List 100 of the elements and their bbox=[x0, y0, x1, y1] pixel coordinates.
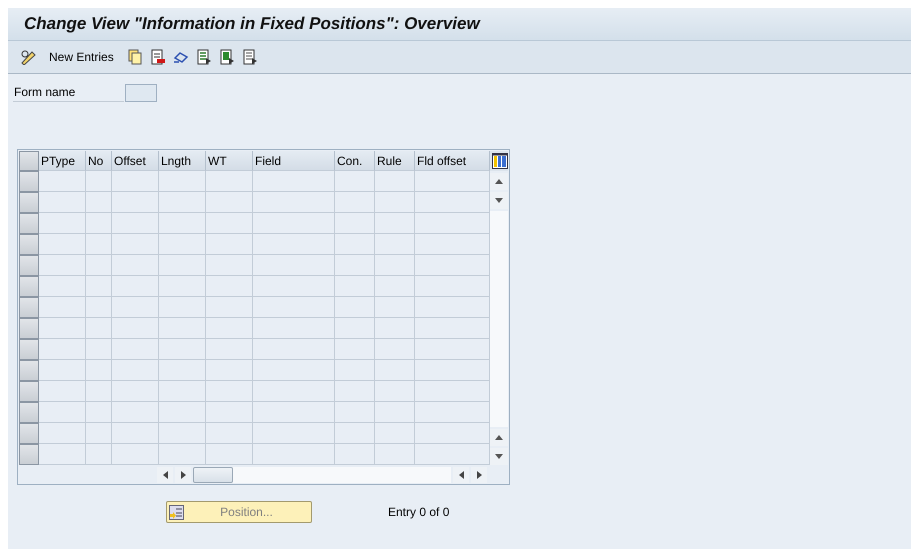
table-cell[interactable] bbox=[159, 171, 206, 192]
table-cell[interactable] bbox=[206, 402, 253, 423]
table-cell[interactable] bbox=[253, 318, 335, 339]
table-cell[interactable] bbox=[86, 171, 112, 192]
table-cell[interactable] bbox=[39, 255, 86, 276]
table-cell[interactable] bbox=[335, 213, 375, 234]
table-cell[interactable] bbox=[335, 381, 375, 402]
scroll-track[interactable] bbox=[490, 211, 508, 427]
scroll-up-button[interactable] bbox=[490, 429, 508, 446]
table-cell[interactable] bbox=[253, 402, 335, 423]
table-cell[interactable] bbox=[112, 171, 159, 192]
table-cell[interactable] bbox=[375, 318, 415, 339]
table-cell[interactable] bbox=[39, 402, 86, 423]
table-cell[interactable] bbox=[375, 255, 415, 276]
deselect-all-icon[interactable] bbox=[242, 49, 258, 65]
table-cell[interactable] bbox=[206, 360, 253, 381]
scroll-right-button[interactable] bbox=[471, 467, 487, 483]
table-cell[interactable] bbox=[39, 276, 86, 297]
table-cell[interactable] bbox=[39, 234, 86, 255]
table-cell[interactable] bbox=[159, 297, 206, 318]
table-cell[interactable] bbox=[253, 192, 335, 213]
table-cell[interactable] bbox=[206, 213, 253, 234]
column-header[interactable]: Con. bbox=[335, 151, 375, 171]
new-entries-button[interactable]: New Entries bbox=[45, 50, 118, 64]
table-cell[interactable] bbox=[253, 444, 335, 465]
table-cell[interactable] bbox=[206, 234, 253, 255]
row-selector[interactable] bbox=[19, 276, 39, 297]
table-cell[interactable] bbox=[86, 360, 112, 381]
select-all-icon[interactable] bbox=[196, 49, 212, 65]
table-cell[interactable] bbox=[39, 171, 86, 192]
table-cell[interactable] bbox=[375, 423, 415, 444]
table-cell[interactable] bbox=[112, 444, 159, 465]
table-cell[interactable] bbox=[112, 234, 159, 255]
table-cell[interactable] bbox=[253, 360, 335, 381]
table-cell[interactable] bbox=[335, 297, 375, 318]
column-header[interactable]: Fld offset bbox=[415, 151, 490, 171]
table-cell[interactable] bbox=[335, 423, 375, 444]
column-header[interactable]: No bbox=[86, 151, 112, 171]
table-cell[interactable] bbox=[206, 192, 253, 213]
column-header[interactable]: Lngth bbox=[159, 151, 206, 171]
table-cell[interactable] bbox=[335, 234, 375, 255]
table-cell[interactable] bbox=[159, 423, 206, 444]
table-cell[interactable] bbox=[206, 318, 253, 339]
table-cell[interactable] bbox=[159, 213, 206, 234]
column-header[interactable]: Field bbox=[253, 151, 335, 171]
table-cell[interactable] bbox=[253, 171, 335, 192]
table-cell[interactable] bbox=[159, 402, 206, 423]
row-selector[interactable] bbox=[19, 423, 39, 444]
column-header[interactable]: WT bbox=[206, 151, 253, 171]
table-cell[interactable] bbox=[159, 444, 206, 465]
row-selector[interactable] bbox=[19, 339, 39, 360]
table-cell[interactable] bbox=[112, 360, 159, 381]
table-cell[interactable] bbox=[112, 297, 159, 318]
table-cell[interactable] bbox=[112, 276, 159, 297]
table-cell[interactable] bbox=[253, 213, 335, 234]
table-cell[interactable] bbox=[86, 381, 112, 402]
row-selector[interactable] bbox=[19, 318, 39, 339]
table-cell[interactable] bbox=[253, 234, 335, 255]
table-cell[interactable] bbox=[86, 234, 112, 255]
table-cell[interactable] bbox=[375, 192, 415, 213]
table-cell[interactable] bbox=[206, 423, 253, 444]
scroll-down-button[interactable] bbox=[490, 192, 508, 209]
table-cell[interactable] bbox=[39, 339, 86, 360]
table-cell[interactable] bbox=[39, 423, 86, 444]
table-cell[interactable] bbox=[253, 255, 335, 276]
scroll-up-button[interactable] bbox=[490, 173, 508, 190]
table-cell[interactable] bbox=[39, 318, 86, 339]
table-cell[interactable] bbox=[335, 339, 375, 360]
row-selector[interactable] bbox=[19, 192, 39, 213]
table-cell[interactable] bbox=[86, 444, 112, 465]
table-cell[interactable] bbox=[159, 381, 206, 402]
table-cell[interactable] bbox=[253, 276, 335, 297]
table-cell[interactable] bbox=[335, 255, 375, 276]
table-cell[interactable] bbox=[375, 381, 415, 402]
scroll-down-button[interactable] bbox=[490, 448, 508, 465]
table-cell[interactable] bbox=[86, 318, 112, 339]
scroll-right-button[interactable] bbox=[175, 467, 191, 483]
table-cell[interactable] bbox=[206, 381, 253, 402]
table-cell[interactable] bbox=[253, 297, 335, 318]
row-selector[interactable] bbox=[19, 381, 39, 402]
table-cell[interactable] bbox=[112, 192, 159, 213]
form-name-field[interactable] bbox=[125, 84, 157, 102]
table-cell[interactable] bbox=[335, 276, 375, 297]
row-selector[interactable] bbox=[19, 444, 39, 465]
table-cell[interactable] bbox=[112, 423, 159, 444]
table-cell[interactable] bbox=[39, 192, 86, 213]
table-cell[interactable] bbox=[206, 339, 253, 360]
table-cell[interactable] bbox=[253, 381, 335, 402]
table-cell[interactable] bbox=[335, 444, 375, 465]
table-cell[interactable] bbox=[159, 276, 206, 297]
table-cell[interactable] bbox=[206, 444, 253, 465]
table-cell[interactable] bbox=[253, 339, 335, 360]
table-cell[interactable] bbox=[86, 192, 112, 213]
table-cell[interactable] bbox=[206, 276, 253, 297]
table-cell[interactable] bbox=[335, 192, 375, 213]
row-selector[interactable] bbox=[19, 402, 39, 423]
table-cell[interactable] bbox=[375, 234, 415, 255]
table-cell[interactable] bbox=[159, 255, 206, 276]
table-cell[interactable] bbox=[39, 213, 86, 234]
table-cell[interactable] bbox=[159, 192, 206, 213]
